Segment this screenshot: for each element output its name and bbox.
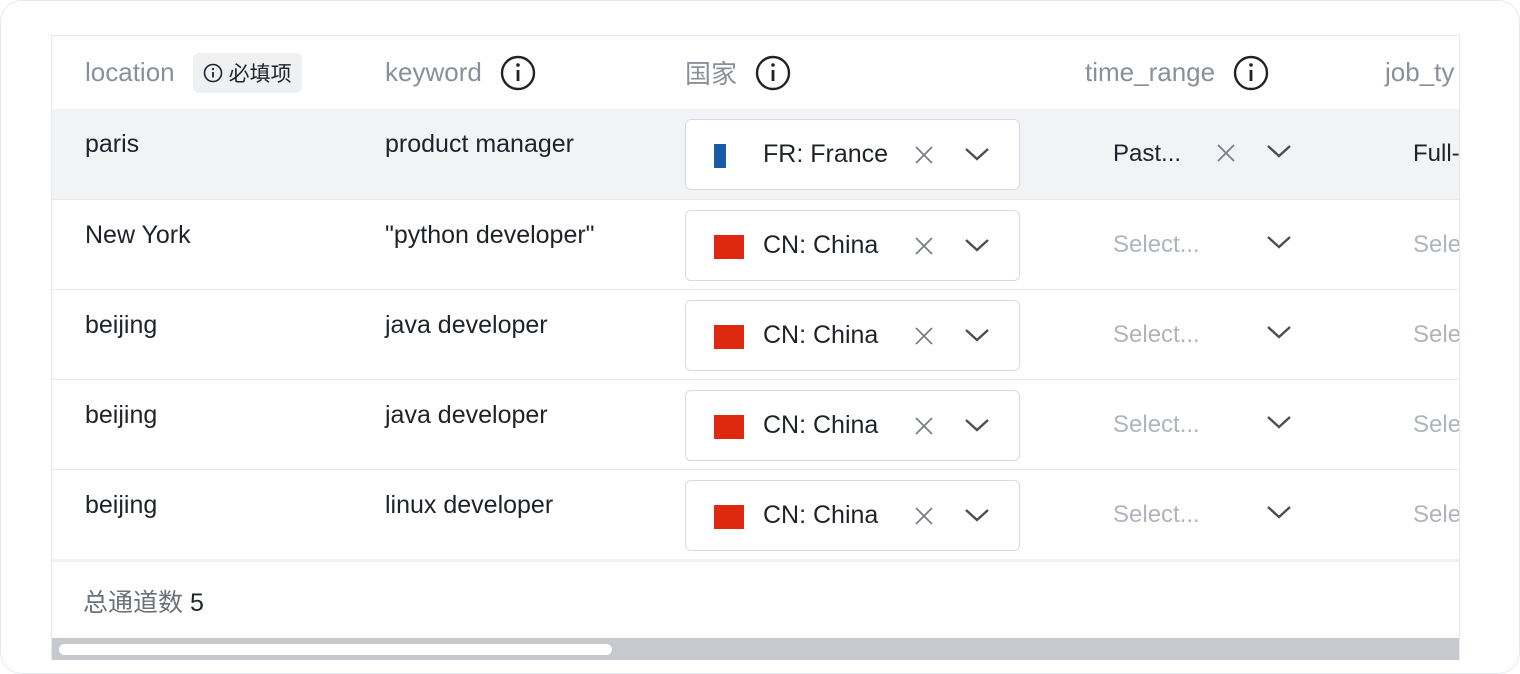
- time-range-select[interactable]: Select...: [1113, 470, 1313, 560]
- time-range-placeholder: Select...: [1113, 321, 1200, 348]
- chevron-down-icon[interactable]: [1266, 324, 1292, 340]
- table-row[interactable]: beijing java developer CN: China Select.…: [52, 289, 1459, 380]
- table-header: location 必填项 keyword 国家 time_range job_t…: [52, 36, 1459, 109]
- keyword-cell[interactable]: java developer: [385, 380, 548, 470]
- column-label-job-type: job_ty: [1385, 57, 1455, 87]
- time-range-value: Past...: [1113, 140, 1182, 167]
- table-row[interactable]: beijing linux developer CN: China Select…: [52, 469, 1459, 560]
- china-flag-icon: [714, 415, 744, 439]
- time-range-placeholder: Select...: [1113, 231, 1200, 258]
- column-label-keyword: keyword: [385, 57, 482, 87]
- chevron-down-icon[interactable]: [1266, 143, 1292, 159]
- country-value: CN: China: [763, 411, 879, 439]
- column-header-location: location 必填项: [85, 36, 302, 109]
- location-cell[interactable]: paris: [85, 109, 139, 199]
- location-cell[interactable]: beijing: [85, 380, 157, 470]
- time-range-placeholder: Select...: [1113, 501, 1200, 528]
- table-row[interactable]: New York "python developer" CN: China Se…: [52, 199, 1459, 290]
- clear-icon[interactable]: [914, 145, 934, 165]
- job-type-placeholder[interactable]: Sele: [1413, 411, 1459, 439]
- table-footer: 总通道数 5: [52, 559, 1459, 638]
- clear-icon[interactable]: [1216, 143, 1236, 163]
- total-channels: 总通道数 5: [83, 583, 204, 619]
- job-type-placeholder[interactable]: Sele: [1413, 501, 1459, 529]
- country-select[interactable]: CN: China: [685, 210, 1020, 281]
- column-label-time-range: time_range: [1085, 57, 1216, 87]
- france-flag-icon: [714, 144, 726, 168]
- horizontal-scrollbar[interactable]: [52, 638, 1459, 660]
- china-flag-icon: [714, 325, 744, 349]
- table-row[interactable]: beijing java developer CN: China Select.…: [52, 379, 1459, 470]
- country-value: CN: China: [763, 321, 879, 349]
- clear-icon[interactable]: [914, 326, 934, 346]
- country-select[interactable]: CN: China: [685, 300, 1020, 371]
- chevron-down-icon[interactable]: [964, 146, 990, 162]
- keyword-cell[interactable]: product manager: [385, 109, 574, 199]
- clear-icon[interactable]: [914, 416, 934, 436]
- time-range-info-icon[interactable]: [1233, 55, 1269, 91]
- keyword-cell[interactable]: "python developer": [385, 200, 595, 290]
- country-select[interactable]: FR: France: [685, 119, 1020, 190]
- chevron-down-icon[interactable]: [964, 507, 990, 523]
- column-label-country: 国家: [685, 59, 738, 89]
- scrollbar-thumb[interactable]: [59, 644, 612, 655]
- country-select[interactable]: CN: China: [685, 390, 1020, 461]
- column-header-country: 国家: [685, 36, 791, 109]
- required-badge: 必填项: [192, 52, 302, 93]
- country-info-icon[interactable]: [755, 55, 791, 91]
- time-range-placeholder: Select...: [1113, 411, 1200, 438]
- keyword-cell[interactable]: linux developer: [385, 470, 553, 560]
- keyword-info-icon[interactable]: [500, 55, 536, 91]
- time-range-select[interactable]: Select...: [1113, 380, 1313, 470]
- chevron-down-icon[interactable]: [1266, 504, 1292, 520]
- location-cell[interactable]: beijing: [85, 290, 157, 380]
- country-value: FR: France: [763, 140, 889, 168]
- chevron-down-icon[interactable]: [964, 237, 990, 253]
- country-value: CN: China: [763, 231, 879, 259]
- total-channels-label: 总通道数: [83, 589, 184, 617]
- total-channels-count: 5: [189, 589, 204, 617]
- time-range-select[interactable]: Past...: [1113, 109, 1313, 199]
- time-range-select[interactable]: Select...: [1113, 290, 1313, 380]
- clear-icon[interactable]: [914, 506, 934, 526]
- chevron-down-icon[interactable]: [964, 327, 990, 343]
- column-header-keyword: keyword: [385, 36, 536, 109]
- data-table: location 必填项 keyword 国家 time_range job_t…: [51, 35, 1460, 660]
- job-type-placeholder[interactable]: Sele: [1413, 321, 1459, 349]
- clear-icon[interactable]: [914, 236, 934, 256]
- column-header-job-type: job_ty: [1385, 36, 1454, 109]
- china-flag-icon: [714, 505, 744, 529]
- column-header-time-range: time_range: [1085, 36, 1269, 109]
- china-flag-icon: [714, 235, 744, 259]
- location-cell[interactable]: beijing: [85, 470, 157, 560]
- chevron-down-icon[interactable]: [964, 417, 990, 433]
- job-type-placeholder[interactable]: Sele: [1413, 231, 1459, 259]
- required-badge-label: 必填项: [228, 62, 292, 86]
- column-label-location: location: [85, 57, 175, 87]
- job-type-value[interactable]: Full-: [1413, 140, 1459, 168]
- country-value: CN: China: [763, 501, 879, 529]
- chevron-down-icon[interactable]: [1266, 234, 1292, 250]
- time-range-select[interactable]: Select...: [1113, 200, 1313, 290]
- table-row[interactable]: paris product manager FR: France Past...…: [52, 109, 1459, 199]
- country-select[interactable]: CN: China: [685, 480, 1020, 551]
- keyword-cell[interactable]: java developer: [385, 290, 548, 380]
- chevron-down-icon[interactable]: [1266, 414, 1292, 430]
- info-icon: [203, 63, 222, 82]
- location-cell[interactable]: New York: [85, 200, 191, 290]
